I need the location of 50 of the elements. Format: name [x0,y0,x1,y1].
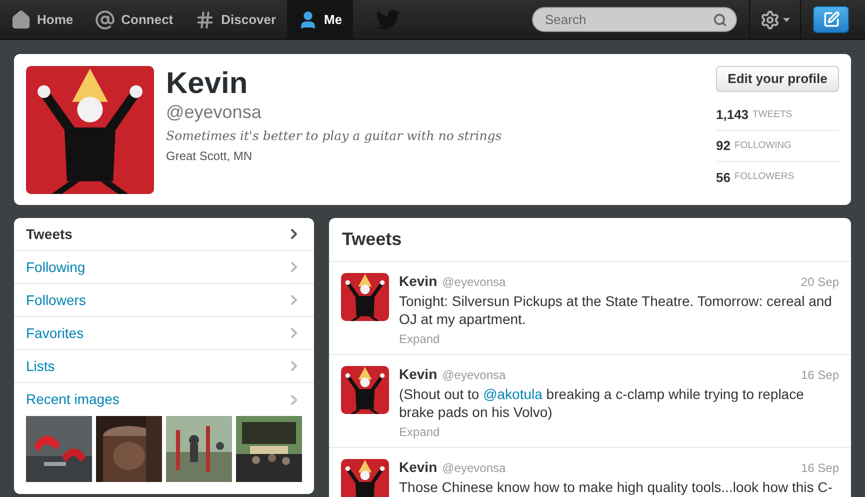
tweet-text: (Shout out to @akotula breaking a c-clamp while trying to replace brake pads on his Volvo) [399,385,805,421]
nav-tab[interactable]: Connect [84,0,184,40]
stat-label[interactable]: FOLLOWING [734,138,792,154]
home-icon [11,10,31,30]
profile-location: Great Scott, MN [166,148,254,165]
sidebar-item[interactable]: Followers [14,284,314,317]
tweet-author[interactable]: Kevin [399,366,438,383]
caret-icon [783,18,790,22]
stat-count[interactable]: 1,143 [716,105,749,125]
avatar-image [341,273,389,321]
tweet-handle[interactable]: @eyevonsa [442,274,506,291]
timeline-title: Tweets [342,228,402,251]
sidebar-item[interactable]: Recent images [14,383,314,416]
edit-profile-button[interactable]: Edit your profile [716,66,839,92]
mention-link[interactable]: @akotula [483,386,542,402]
expand-link[interactable]: Expand [399,423,839,441]
tweet-author[interactable]: Kevin [399,459,438,476]
stat-count[interactable]: 92 [716,136,730,156]
search-icon[interactable] [713,13,727,27]
profile-bio: Sometimes it's better to play a guitar with no strings [166,127,502,145]
tweet-handle[interactable]: @eyevonsa [442,367,506,384]
expand-link[interactable]: Expand [399,330,839,348]
nav-tab[interactable]: Home [0,0,84,40]
sidebar-item[interactable]: Tweets [14,218,314,251]
avatar-image [341,366,389,414]
tweet-text: Those Chinese know how to make high quality tools...look how this C- [399,478,834,496]
profile-name: Kevin [166,67,249,101]
nav-tab[interactable]: Me [287,0,354,40]
nav-tab[interactable]: Discover [184,0,288,40]
hash-icon [195,10,216,30]
tweet-date[interactable]: 16 Sep [800,460,839,477]
at-icon [95,10,116,30]
sidebar-item[interactable]: Following [14,251,314,284]
sidebar-item[interactable]: Lists [14,350,314,383]
tweet-author[interactable]: Kevin [399,273,438,290]
tweet-date[interactable]: 20 Sep [800,274,839,291]
profile-handle: @eyevonsa [166,101,262,123]
tweet-date[interactable]: 16 Sep [800,367,839,384]
settings-button[interactable] [760,10,790,30]
tweet-text: Tonight: Silversun Pickups at the State Theatre. Tomorrow: cereal and OJ at my apartment. [399,292,833,328]
compose-icon [822,11,840,28]
search-field[interactable]: Search [532,7,737,32]
stat-label[interactable]: FOLLOWERS [734,170,794,185]
compose-button[interactable] [813,6,849,33]
avatar-image [341,459,389,497]
stat-count[interactable]: 56 [716,168,730,188]
tweet-handle[interactable]: @eyevonsa [442,460,506,477]
stat-label[interactable]: TWEETS [752,108,792,122]
sidebar-item[interactable]: Favorites [14,317,314,350]
settings-icon [760,10,780,30]
